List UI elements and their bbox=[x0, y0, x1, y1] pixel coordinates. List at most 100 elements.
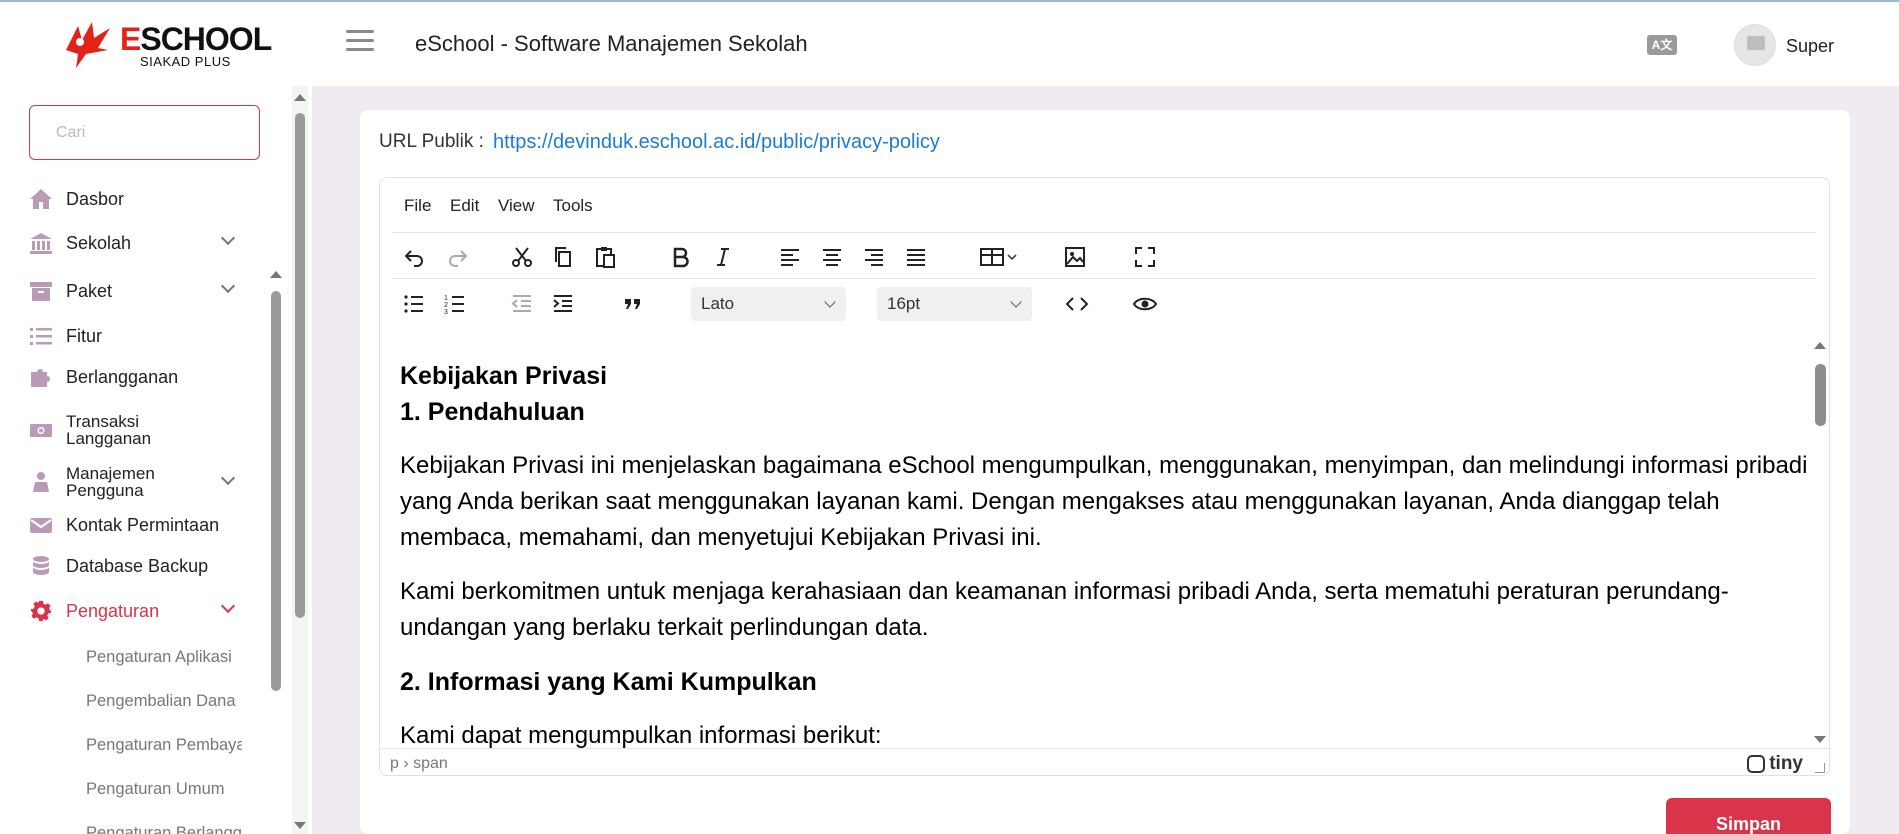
content-paragraph: Kebijakan Privasi ini menjelaskan bagaim… bbox=[400, 452, 1808, 551]
table-icon[interactable] bbox=[975, 240, 1025, 274]
font-size-select[interactable]: 16pt bbox=[877, 287, 1032, 321]
paste-icon[interactable] bbox=[588, 240, 622, 274]
scroll-down-icon[interactable] bbox=[1814, 736, 1826, 743]
toolbar-divider bbox=[392, 278, 1816, 279]
sidebar-item-sekolah[interactable]: Sekolah bbox=[28, 230, 248, 254]
sidebar-item-pengaturan[interactable]: Pengaturan bbox=[28, 598, 248, 622]
sidebar-subitem-pengaturan-berlangganan[interactable]: Pengaturan Berlangganan bbox=[86, 824, 242, 834]
numbered-list-icon[interactable]: 123 bbox=[438, 287, 472, 321]
sidebar-subitem-pengaturan-aplikasi[interactable]: Pengaturan Aplikasi bbox=[86, 648, 242, 667]
copy-icon[interactable] bbox=[546, 240, 580, 274]
cut-icon[interactable] bbox=[505, 240, 539, 274]
bullet-list-icon[interactable] bbox=[397, 287, 431, 321]
sidebar-item-fitur[interactable]: Fitur bbox=[28, 325, 248, 347]
scrollbar-thumb[interactable] bbox=[271, 291, 281, 691]
svg-text:2: 2 bbox=[444, 302, 448, 309]
menu-edit[interactable]: Edit bbox=[450, 196, 479, 216]
sidebar-item-label: Kontak Permintaan bbox=[66, 515, 220, 535]
preview-eye-icon[interactable] bbox=[1128, 287, 1162, 321]
sidebar-item-database-backup[interactable]: Database Backup bbox=[28, 555, 248, 577]
sidebar-item-label: Pengaturan bbox=[66, 601, 160, 621]
sidebar-item-label: Database Backup bbox=[66, 556, 209, 576]
top-header: ESCHOOL SIAKAD PLUS eSchool - Software M… bbox=[0, 2, 1899, 86]
language-icon[interactable]: A文 bbox=[1647, 35, 1677, 55]
chevron-down-icon bbox=[220, 470, 236, 486]
sidebar-item-paket[interactable]: Paket bbox=[28, 278, 248, 302]
menu-tools[interactable]: Tools bbox=[553, 196, 593, 216]
svg-text:1: 1 bbox=[444, 295, 448, 302]
content-paragraph: Kami berkomitmen untuk menjaga kerahasia… bbox=[400, 578, 1729, 641]
avatar[interactable] bbox=[1734, 24, 1776, 66]
blockquote-icon[interactable] bbox=[616, 287, 650, 321]
resize-handle-icon[interactable] bbox=[1815, 763, 1825, 773]
scrollbar-thumb[interactable] bbox=[1815, 364, 1826, 426]
menu-file[interactable]: File bbox=[404, 196, 431, 216]
scrollbar-thumb[interactable] bbox=[295, 113, 305, 618]
page-title: eSchool - Software Manajemen Sekolah bbox=[415, 31, 808, 56]
sidebar-item-label: Paket bbox=[66, 281, 113, 301]
sidebar-subitem-pengembalian-dana[interactable]: Pengembalian Dana bbox=[86, 692, 242, 711]
tiny-brand-link[interactable]: tiny bbox=[1747, 753, 1803, 775]
align-center-icon[interactable] bbox=[815, 240, 849, 274]
sidebar: Dasbor Sekolah Paket Fitur bbox=[0, 86, 312, 834]
align-justify-icon[interactable] bbox=[899, 240, 933, 274]
sidebar-item-dasbor[interactable]: Dasbor bbox=[28, 188, 248, 210]
url-label: URL Publik : bbox=[379, 131, 484, 152]
chevron-down-icon bbox=[824, 296, 836, 308]
element-path[interactable]: p › span bbox=[390, 755, 448, 773]
chevron-down-icon bbox=[220, 230, 236, 246]
search-input[interactable] bbox=[29, 105, 260, 160]
outdent-icon[interactable] bbox=[505, 287, 539, 321]
sidebar-subitem-pengaturan-umum[interactable]: Pengaturan Umum bbox=[86, 780, 242, 799]
logo-wordmark: ESCHOOL bbox=[120, 21, 272, 57]
align-right-icon[interactable] bbox=[857, 240, 891, 274]
image-icon[interactable] bbox=[1058, 240, 1092, 274]
editor-scrollbar[interactable] bbox=[1811, 338, 1829, 748]
sidebar-item-berlangganan[interactable]: Berlangganan bbox=[28, 366, 248, 388]
sidebar-subitem-pengaturan-pembayaran[interactable]: Pengaturan Pembayaran bbox=[86, 736, 242, 755]
bold-icon[interactable] bbox=[664, 240, 698, 274]
envelope-icon bbox=[28, 514, 54, 536]
menu-view[interactable]: View bbox=[498, 196, 535, 216]
source-code-icon[interactable] bbox=[1060, 287, 1094, 321]
italic-icon[interactable] bbox=[706, 240, 740, 274]
fullscreen-icon[interactable] bbox=[1128, 240, 1162, 274]
user-name[interactable]: Super bbox=[1786, 36, 1834, 57]
font-family-value: Lato bbox=[701, 294, 735, 313]
money-icon bbox=[28, 419, 54, 441]
sidebar-item-label: Sekolah bbox=[66, 233, 132, 253]
content-heading: 2. Informasi yang Kami Kumpulkan bbox=[400, 668, 817, 696]
scroll-down-icon[interactable] bbox=[294, 822, 306, 829]
indent-icon[interactable] bbox=[546, 287, 580, 321]
redo-icon[interactable] bbox=[441, 240, 475, 274]
content-paragraph: Kami dapat mengumpulkan informasi beriku… bbox=[400, 722, 882, 748]
app-logo[interactable]: ESCHOOL SIAKAD PLUS bbox=[58, 20, 272, 70]
sidebar-nav-scrollbar[interactable] bbox=[270, 186, 282, 834]
sidebar-item-transaksi-langganan[interactable]: Transaksi Langganan bbox=[28, 413, 248, 447]
sidebar-item-manajemen-pengguna[interactable]: Manajemen Pengguna bbox=[28, 465, 248, 499]
editor-statusbar: p › span tiny bbox=[380, 748, 1829, 775]
save-button[interactable]: Simpan bbox=[1666, 798, 1831, 834]
toolbar-divider bbox=[392, 232, 1816, 233]
sidebar-item-label: Fitur bbox=[66, 326, 102, 346]
editor-content-area[interactable]: Kebijakan Privasi 1. Pendahuluan Kebijak… bbox=[380, 338, 1812, 748]
undo-icon[interactable] bbox=[397, 240, 431, 274]
menu-toggle-button[interactable] bbox=[346, 30, 374, 54]
font-family-select[interactable]: Lato bbox=[691, 287, 846, 321]
logo-subtitle: SIAKAD PLUS bbox=[140, 54, 231, 69]
content-heading: Kebijakan Privasi bbox=[400, 362, 608, 390]
svg-text:3: 3 bbox=[444, 309, 448, 316]
hamburger-icon-line bbox=[346, 39, 374, 42]
scroll-up-icon[interactable] bbox=[1814, 342, 1826, 349]
scroll-up-icon[interactable] bbox=[270, 271, 282, 278]
list-icon bbox=[28, 325, 54, 347]
content-heading: 1. Pendahuluan bbox=[400, 398, 585, 426]
chevron-down-icon bbox=[220, 278, 236, 294]
sidebar-scrollbar[interactable] bbox=[292, 86, 308, 834]
align-left-icon[interactable] bbox=[773, 240, 807, 274]
scroll-up-icon[interactable] bbox=[294, 94, 306, 101]
sidebar-item-label: Dasbor bbox=[66, 189, 125, 209]
gear-icon bbox=[28, 600, 54, 622]
sidebar-item-kontak-permintaan[interactable]: Kontak Permintaan bbox=[28, 514, 248, 536]
public-url-link[interactable]: https://devinduk.eschool.ac.id/public/pr… bbox=[493, 131, 940, 154]
